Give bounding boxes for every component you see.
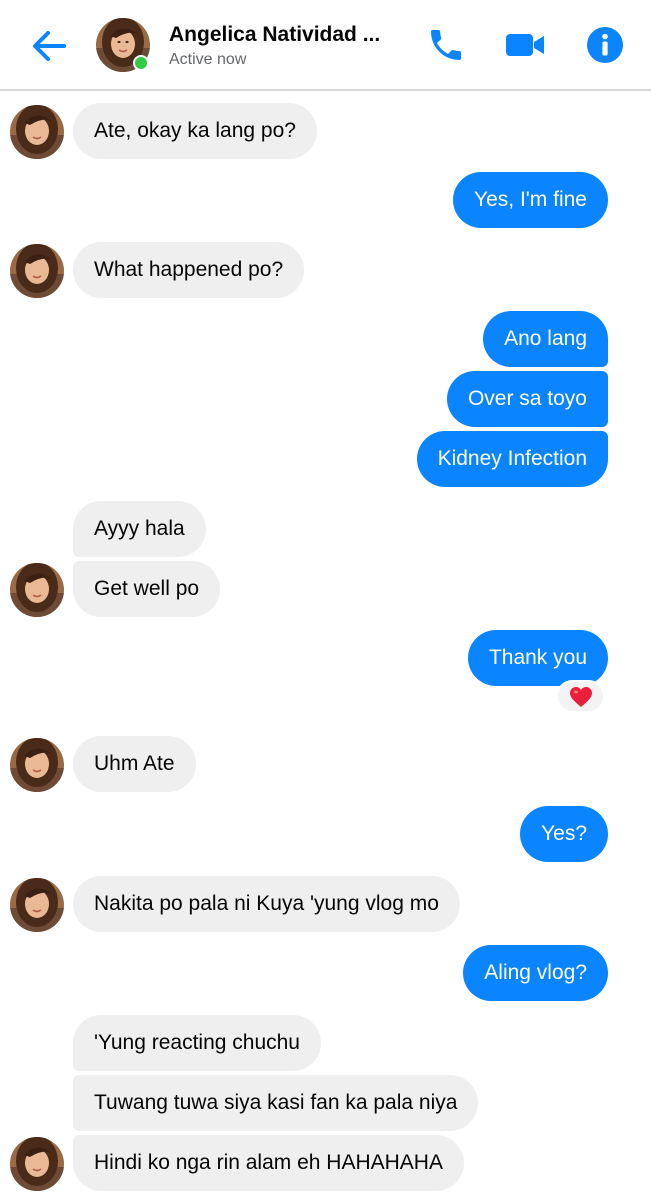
- contact-avatar-small[interactable]: [10, 105, 64, 159]
- contact-name[interactable]: Angelica Natividad ...: [169, 23, 380, 47]
- incoming-message[interactable]: Hindi ko nga rin alam eh HAHAHAHA: [73, 1135, 464, 1191]
- incoming-message[interactable]: Tuwang tuwa siya kasi fan ka pala niya: [73, 1075, 479, 1131]
- contact-avatar-small[interactable]: [10, 878, 64, 932]
- active-status-label: Active now: [169, 51, 247, 68]
- incoming-message[interactable]: 'Yung reacting chuchu: [73, 1015, 321, 1071]
- incoming-message[interactable]: What happened po?: [73, 242, 305, 298]
- back-button[interactable]: [28, 26, 70, 66]
- outgoing-message[interactable]: Aling vlog?: [463, 945, 608, 1001]
- heart-icon: [569, 687, 592, 707]
- video-call-button[interactable]: [505, 25, 545, 65]
- outgoing-message[interactable]: Thank you: [467, 630, 608, 686]
- incoming-message[interactable]: Ate, okay ka lang po?: [73, 103, 317, 159]
- chat-header: Angelica Natividad ... Active now: [0, 0, 651, 91]
- voice-call-button[interactable]: [426, 25, 466, 65]
- outgoing-message[interactable]: Yes, I'm fine: [453, 172, 608, 228]
- contact-avatar-small[interactable]: [10, 563, 64, 617]
- conversation-info-button[interactable]: [585, 25, 625, 65]
- active-status-dot: [133, 55, 149, 71]
- outgoing-message[interactable]: Ano lang: [483, 311, 608, 367]
- outgoing-message[interactable]: Over sa toyo: [446, 371, 608, 427]
- outgoing-message[interactable]: Kidney Infection: [416, 431, 608, 487]
- info-icon: [587, 27, 623, 63]
- arrow-left-icon: [33, 31, 66, 61]
- incoming-message[interactable]: Get well po: [73, 561, 221, 617]
- incoming-message[interactable]: Ayyy hala: [73, 501, 206, 557]
- incoming-message[interactable]: Uhm Ate: [73, 736, 196, 792]
- contact-avatar-small[interactable]: [10, 738, 64, 792]
- video-camera-icon: [506, 34, 544, 56]
- contact-avatar-small[interactable]: [10, 1137, 64, 1191]
- incoming-message[interactable]: Nakita po pala ni Kuya 'yung vlog mo: [73, 876, 460, 932]
- contact-avatar-small[interactable]: [10, 244, 64, 298]
- phone-icon: [431, 30, 461, 60]
- message-reaction[interactable]: [556, 680, 605, 713]
- outgoing-message[interactable]: Yes?: [520, 806, 608, 862]
